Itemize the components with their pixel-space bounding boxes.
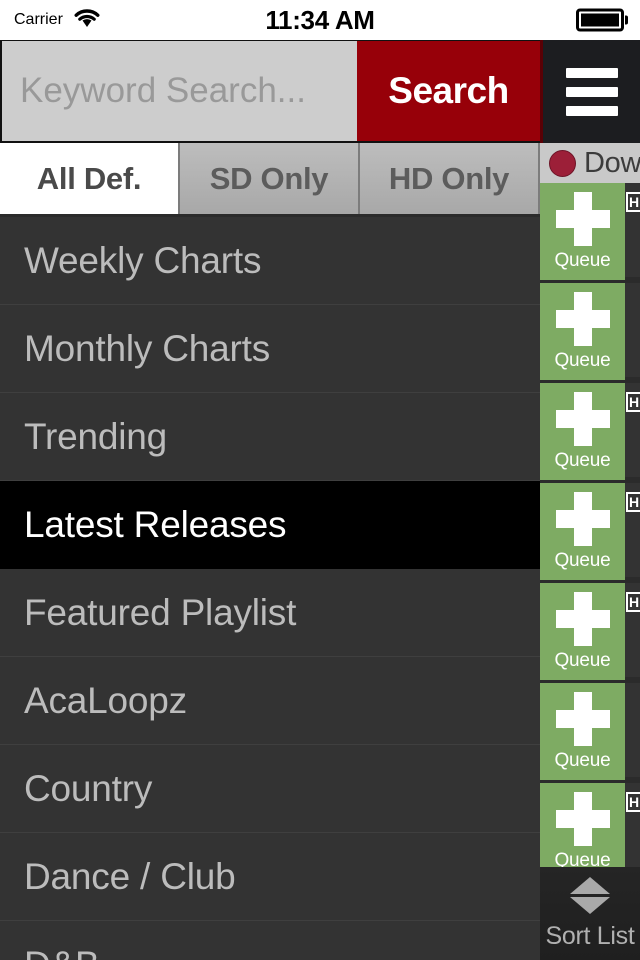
track-row-sliver	[625, 283, 640, 380]
hd-badge: H	[626, 492, 640, 512]
sort-list-label: Sort List	[545, 921, 635, 950]
hd-badge: H	[626, 392, 640, 412]
queue-label: Queue	[554, 549, 611, 571]
queue-label: Queue	[554, 749, 611, 771]
sidebar-item-dance-club[interactable]: Dance / Club	[0, 833, 540, 921]
queue-column: Queue H Queue Queue H Queue H Queue H Qu…	[540, 183, 640, 867]
hd-badge: H	[626, 792, 640, 812]
category-list: Weekly Charts Monthly Charts Trending La…	[0, 217, 540, 960]
sidebar-item-acaloopz[interactable]: AcaLoopz	[0, 657, 540, 745]
record-dot-icon	[549, 149, 576, 177]
search-button[interactable]: Search	[357, 41, 540, 141]
tab-sd-only[interactable]: SD Only	[180, 143, 360, 214]
sidebar-item-weekly-charts[interactable]: Weekly Charts	[0, 217, 540, 305]
hd-badge: H	[626, 592, 640, 612]
sort-list-button[interactable]: Sort List	[540, 867, 640, 960]
queue-label: Queue	[554, 849, 611, 868]
status-bar: Carrier 11:34 AM	[0, 0, 640, 40]
definition-tab-bar: All Def. SD Only HD Only	[0, 143, 540, 217]
hamburger-menu-icon	[565, 67, 618, 116]
queue-button[interactable]: Queue H	[540, 183, 640, 283]
queue-label: Queue	[554, 649, 611, 671]
plus-icon	[555, 791, 610, 846]
search-bar: Search	[0, 40, 540, 143]
sidebar-item-latest-releases[interactable]: Latest Releases	[0, 481, 540, 569]
queue-button[interactable]: Queue H	[540, 383, 640, 483]
track-row-sliver: H	[625, 783, 640, 867]
plus-icon	[555, 691, 610, 746]
clock-label: 11:34 AM	[265, 4, 375, 35]
battery-icon	[576, 8, 628, 32]
plus-icon	[555, 591, 610, 646]
queue-button[interactable]: Queue	[540, 683, 640, 783]
sidebar-item-monthly-charts[interactable]: Monthly Charts	[0, 305, 540, 393]
tab-hd-only[interactable]: HD Only	[360, 143, 540, 214]
track-row-sliver: H	[625, 383, 640, 480]
sidebar-item-trending[interactable]: Trending	[0, 393, 540, 481]
queue-button[interactable]: Queue	[540, 283, 640, 383]
sort-updown-icon	[570, 876, 610, 914]
plus-icon	[555, 491, 610, 546]
plus-icon	[555, 391, 610, 446]
sidebar-item-featured-playlist[interactable]: Featured Playlist	[0, 569, 540, 657]
queue-label: Queue	[554, 449, 611, 471]
track-row-sliver: H	[625, 583, 640, 680]
tab-all-def[interactable]: All Def.	[0, 143, 180, 214]
queue-label: Queue	[554, 349, 611, 371]
plus-icon	[555, 191, 610, 246]
plus-icon	[555, 291, 610, 346]
sidebar-item-dnb[interactable]: D&B	[0, 921, 540, 960]
hd-badge: H	[626, 192, 640, 212]
queue-button[interactable]: Queue H	[540, 783, 640, 868]
track-row-sliver: H	[625, 183, 640, 280]
queue-button[interactable]: Queue H	[540, 583, 640, 683]
track-row-sliver: H	[625, 483, 640, 580]
app-screen: Carrier 11:34 AM Search All Def. SD On	[0, 0, 640, 960]
menu-button[interactable]	[540, 40, 640, 143]
queue-button[interactable]: Queue H	[540, 483, 640, 583]
sidebar-item-country[interactable]: Country	[0, 745, 540, 833]
download-label: Dow	[584, 146, 640, 179]
download-header[interactable]: Dow	[540, 143, 640, 183]
track-row-sliver	[625, 683, 640, 780]
search-input[interactable]	[2, 41, 357, 141]
queue-label: Queue	[554, 249, 611, 271]
